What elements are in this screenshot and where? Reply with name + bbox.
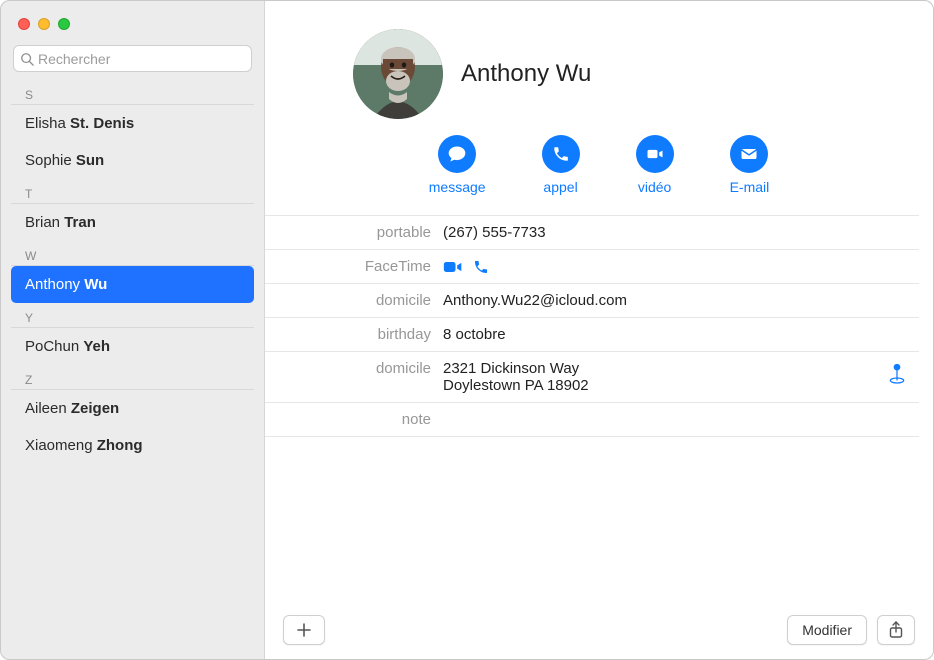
search-icon [20, 52, 34, 66]
note-row: note [265, 402, 919, 437]
email-label: E-mail [730, 179, 770, 195]
contact-last-name: Sun [76, 152, 104, 169]
share-icon [888, 621, 904, 639]
contact-first-name: Aileen [25, 400, 71, 417]
call-label: appel [543, 179, 577, 195]
contact-first-name: PoChun [25, 338, 83, 355]
contact-list-item[interactable]: Elisha St. Denis [11, 105, 254, 142]
note-label: note [265, 411, 443, 428]
quick-actions: message appel vidéo [265, 127, 933, 215]
contact-last-name: Yeh [83, 338, 110, 355]
edit-button-label: Modifier [802, 622, 852, 638]
phone-label: portable [265, 224, 443, 241]
avatar[interactable] [353, 29, 443, 119]
birthday-row: birthday 8 octobre [265, 317, 919, 351]
contact-fields: portable (267) 555-7733 FaceTime domicil… [265, 215, 933, 437]
phone-row: portable (267) 555-7733 [265, 215, 919, 249]
minimize-window-button[interactable] [38, 18, 50, 30]
email-action[interactable]: E-mail [730, 135, 770, 195]
contact-last-name: Wu [84, 276, 107, 293]
contact-first-name: Brian [25, 214, 64, 231]
zoom-window-button[interactable] [58, 18, 70, 30]
edit-button[interactable]: Modifier [787, 615, 867, 645]
share-button[interactable] [877, 615, 915, 645]
address-value[interactable]: 2321 Dickinson Way Doylestown PA 18902 [443, 360, 909, 394]
contact-first-name: Xiaomeng [25, 437, 97, 454]
email-field-label: domicile [265, 292, 443, 309]
birthday-value: 8 octobre [443, 326, 909, 343]
video-label: vidéo [638, 179, 671, 195]
facetime-label: FaceTime [265, 258, 443, 275]
phone-value[interactable]: (267) 555-7733 [443, 224, 909, 241]
contact-header: Anthony Wu [265, 1, 933, 127]
contact-last-name: Zhong [97, 437, 143, 454]
map-pin-icon[interactable] [887, 362, 907, 384]
message-label: message [429, 179, 486, 195]
contact-name: Anthony Wu [461, 60, 591, 88]
section-header: W [11, 241, 254, 266]
search-field[interactable] [13, 45, 252, 72]
email-icon [739, 144, 759, 164]
section-header: Y [11, 303, 254, 328]
message-action[interactable]: message [429, 135, 486, 195]
window-controls [18, 18, 70, 30]
plus-icon [296, 622, 312, 638]
contact-list-item[interactable]: Xiaomeng Zhong [11, 427, 254, 464]
contact-last-name: Zeigen [71, 400, 119, 417]
video-action[interactable]: vidéo [636, 135, 674, 195]
contact-list-item[interactable]: Anthony Wu [11, 266, 254, 303]
search-input[interactable] [38, 51, 245, 67]
contact-list-item[interactable]: Aileen Zeigen [11, 390, 254, 427]
video-icon [645, 144, 665, 164]
facetime-row: FaceTime [265, 249, 919, 283]
note-value[interactable] [443, 411, 909, 428]
add-button[interactable] [283, 615, 325, 645]
phone-icon [552, 145, 570, 163]
birthday-label: birthday [265, 326, 443, 343]
contact-first-name: Anthony [25, 276, 84, 293]
address-row: domicile 2321 Dickinson Way Doylestown P… [265, 351, 919, 402]
call-action[interactable]: appel [542, 135, 580, 195]
contact-last-name: Tran [64, 214, 96, 231]
contact-list-item[interactable]: Brian Tran [11, 204, 254, 241]
sidebar: SElisha St. DenisSophie SunTBrian TranWA… [1, 1, 265, 659]
section-header: T [11, 179, 254, 204]
contact-list-item[interactable]: Sophie Sun [11, 142, 254, 179]
section-header: Z [11, 365, 254, 390]
contact-list[interactable]: SElisha St. DenisSophie SunTBrian TranWA… [1, 80, 264, 659]
contact-detail: Anthony Wu message appel [265, 1, 933, 659]
close-window-button[interactable] [18, 18, 30, 30]
facetime-audio-icon[interactable] [473, 259, 489, 275]
email-value[interactable]: Anthony.Wu22@icloud.com [443, 292, 909, 309]
contact-first-name: Elisha [25, 115, 70, 132]
section-header: S [11, 80, 254, 105]
footer-toolbar: Modifier [265, 601, 933, 659]
facetime-video-icon[interactable] [443, 259, 463, 275]
contact-last-name: St. Denis [70, 115, 134, 132]
email-row: domicile Anthony.Wu22@icloud.com [265, 283, 919, 317]
address-label: domicile [265, 360, 443, 394]
contacts-window: SElisha St. DenisSophie SunTBrian TranWA… [0, 0, 934, 660]
contact-first-name: Sophie [25, 152, 76, 169]
message-icon [447, 144, 467, 164]
contact-list-item[interactable]: PoChun Yeh [11, 328, 254, 365]
